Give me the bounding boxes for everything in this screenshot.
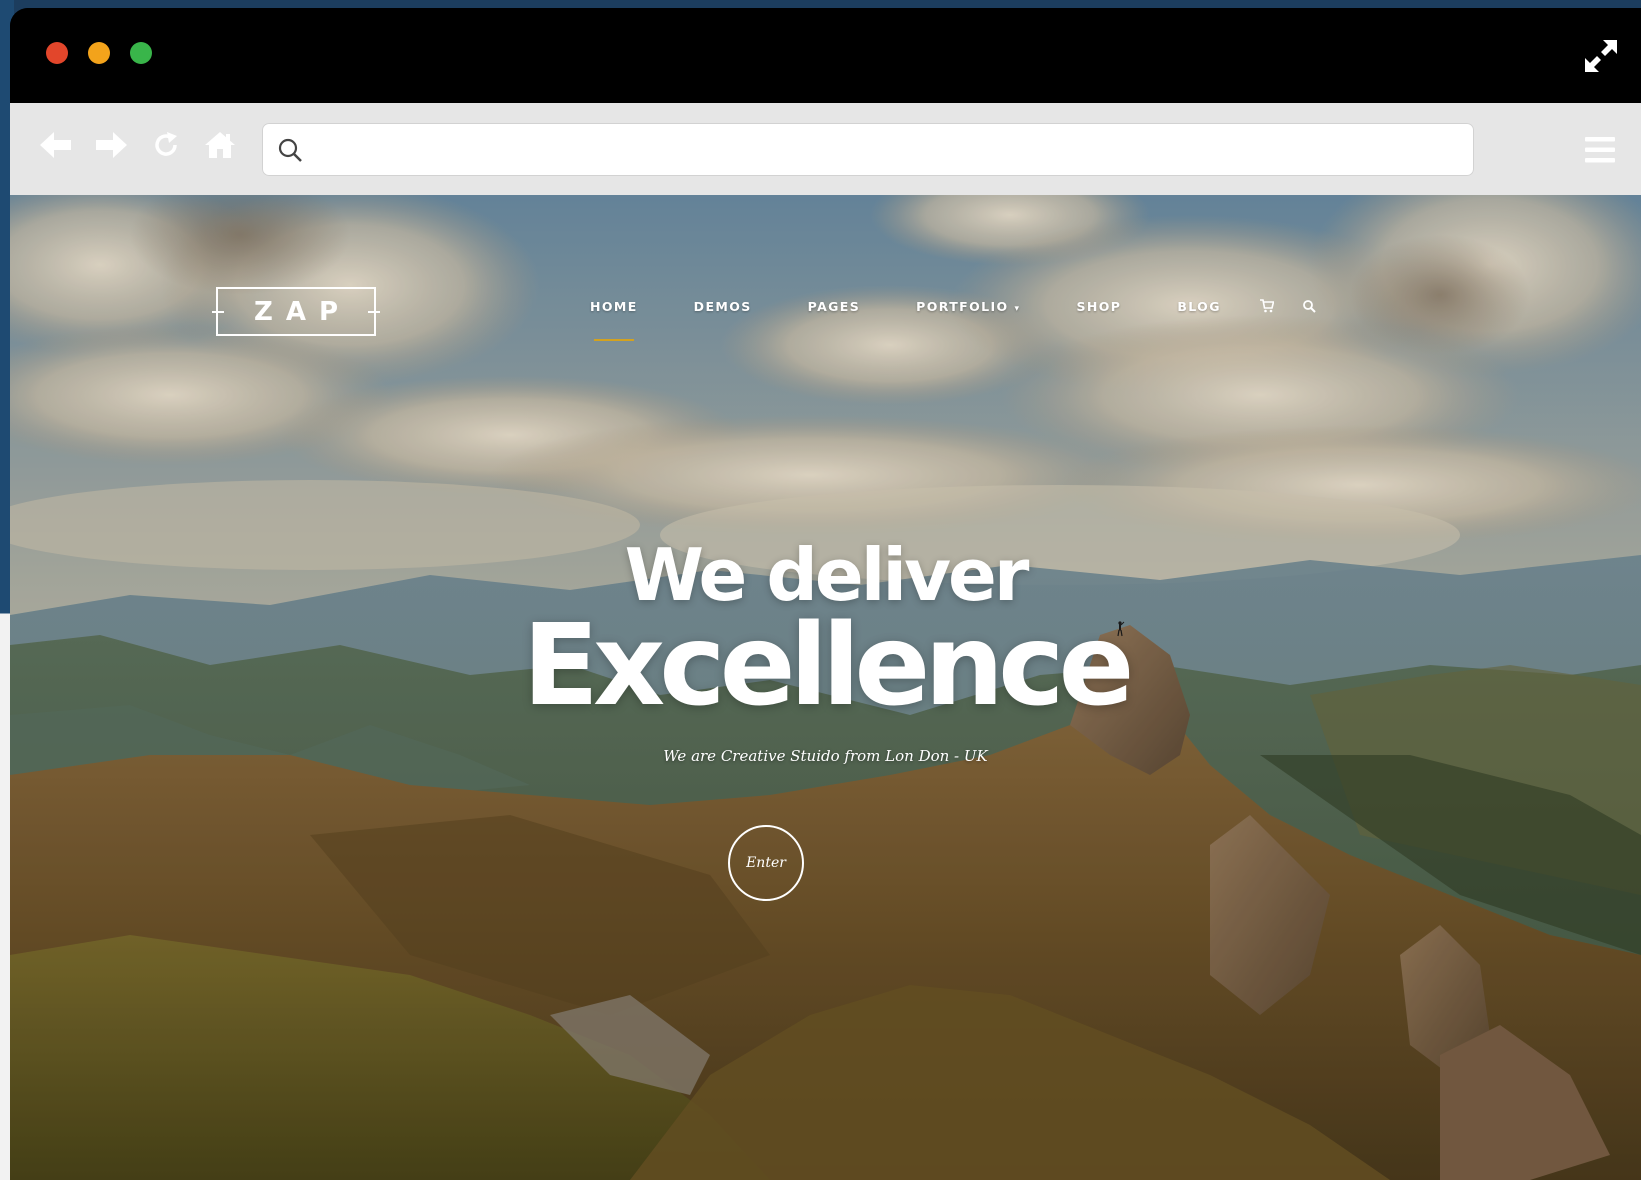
home-button[interactable]: [200, 125, 240, 165]
hamburger-menu-icon[interactable]: [1583, 133, 1617, 167]
forward-button[interactable]: [92, 125, 132, 165]
nav-item-label: PAGES: [807, 299, 861, 314]
nav-item-label: PORTFOLIO: [916, 299, 1009, 314]
back-button[interactable]: [36, 125, 76, 165]
nav-item-blog[interactable]: BLOG: [1177, 299, 1221, 314]
logo-left-tick: [212, 311, 224, 313]
close-window-button[interactable]: [46, 42, 68, 64]
nav-item-pages[interactable]: PAGES: [808, 299, 861, 314]
nav-item-home[interactable]: HOME: [590, 299, 638, 341]
enter-button-label: Enter: [746, 855, 786, 871]
title-bar: [10, 8, 1641, 103]
minimize-window-button[interactable]: [88, 42, 110, 64]
site-navigation: HOME DEMOS PAGES PORTFOLIO ▾ SHOP BLOG: [590, 299, 1277, 341]
expand-icon[interactable]: [1583, 38, 1619, 74]
arrow-left-icon: [40, 132, 71, 158]
nav-item-label: HOME: [590, 299, 638, 314]
search-icon[interactable]: [1302, 299, 1316, 313]
browser-toolbar: [10, 103, 1641, 195]
browser-window: ZAP HOME DEMOS PAGES PORTFOLIO ▾ SHOP BLO…: [10, 8, 1641, 1180]
arrow-right-icon: [96, 132, 127, 158]
nav-item-label: BLOG: [1177, 299, 1221, 314]
logo-right-tick: [368, 311, 380, 313]
nav-item-portfolio[interactable]: PORTFOLIO ▾: [916, 299, 1020, 314]
site-logo[interactable]: ZAP: [212, 287, 380, 336]
maximize-window-button[interactable]: [130, 42, 152, 64]
page-viewport: ZAP HOME DEMOS PAGES PORTFOLIO ▾ SHOP BLO…: [10, 195, 1641, 1180]
reload-icon: [155, 132, 177, 156]
nav-item-shop[interactable]: SHOP: [1076, 299, 1121, 314]
nav-item-demos[interactable]: DEMOS: [694, 299, 752, 314]
hero-subtitle: We are Creative Stuido from Lon Don - UK: [663, 747, 988, 765]
chevron-down-icon: ▾: [1014, 304, 1021, 314]
nav-item-label: SHOP: [1076, 299, 1122, 314]
address-input[interactable]: [316, 123, 1460, 178]
nav-item-label: DEMOS: [693, 299, 752, 314]
cart-icon[interactable]: [1260, 299, 1274, 313]
enter-button[interactable]: Enter: [728, 825, 804, 901]
search-icon: [278, 138, 302, 162]
active-nav-underline: [594, 339, 634, 341]
address-bar[interactable]: [262, 123, 1474, 178]
home-icon: [205, 132, 235, 158]
hero-heading-line2: Excellence: [522, 601, 1135, 731]
reload-button[interactable]: [146, 125, 186, 165]
logo-text: ZAP: [253, 296, 352, 327]
